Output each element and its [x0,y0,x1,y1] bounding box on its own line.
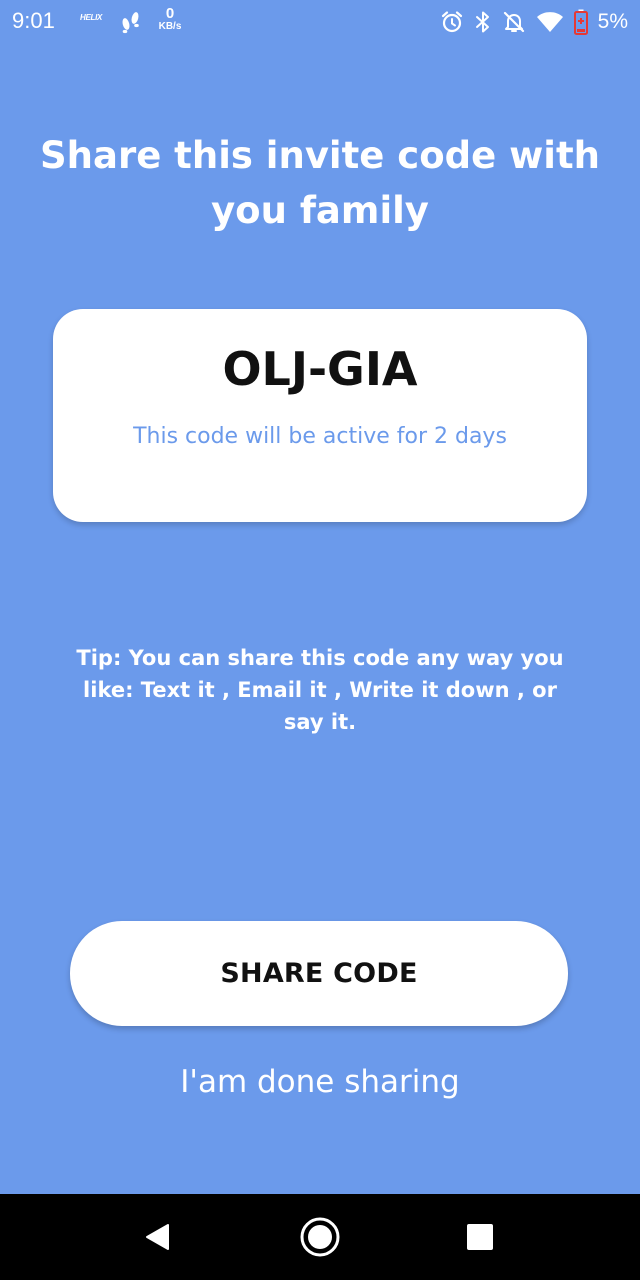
wifi-icon [536,10,564,34]
navigation-bar [0,1194,640,1280]
carrier-logo: HELIX [80,13,103,22]
network-speed-value: 0 [165,5,175,22]
status-bar: 9:01 HELIX 0 KB/s 5% [0,0,640,44]
alarm-icon [440,10,464,34]
invite-code: OLJ-GIA [222,342,418,396]
recents-icon[interactable] [455,1212,505,1262]
network-speed: 0 KB/s [156,6,184,32]
notifications-off-icon [502,10,526,34]
back-icon[interactable] [133,1212,183,1262]
battery-percent: 5% [597,10,628,33]
home-icon[interactable] [295,1212,345,1262]
status-icons: 5% [440,8,628,36]
network-speed-unit: KB/s [158,21,182,32]
status-time: 9:01 [12,8,55,33]
share-code-button-label: SHARE CODE [220,958,418,989]
battery-icon [573,9,588,35]
screen: 9:01 HELIX 0 KB/s 5% Share this invite c… [0,0,640,1280]
code-expiry-note: This code will be active for 2 days [133,424,507,449]
share-code-button[interactable]: SHARE CODE [70,921,568,1026]
walk-icon [120,10,142,34]
page-title: Share this invite code with you family [40,134,600,232]
sharing-tip: Tip: You can share this code any way you… [76,646,564,734]
done-sharing-link[interactable]: I'am done sharing [0,1060,640,1104]
bluetooth-icon [474,10,492,34]
